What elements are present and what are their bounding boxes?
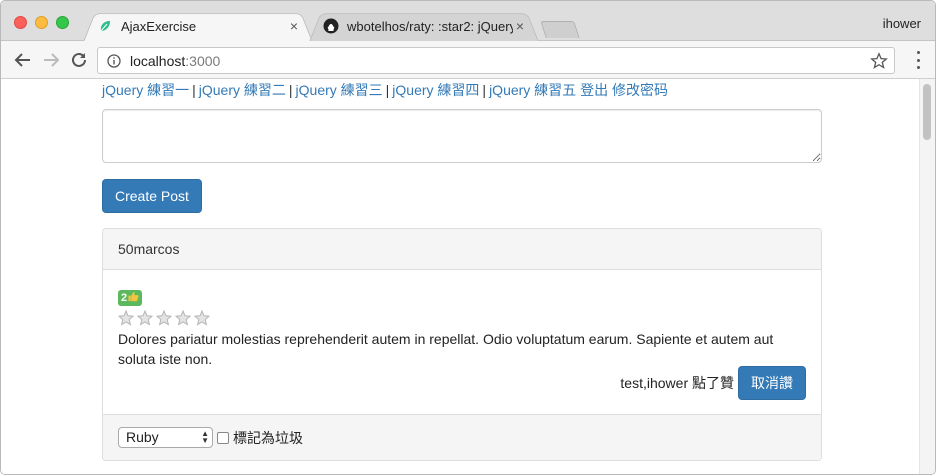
post-panel: 50marcos 2 Dolores pariatur molestias re…: [102, 228, 822, 461]
page-scrollbar[interactable]: [919, 79, 935, 474]
minimize-window-button[interactable]: [35, 16, 48, 29]
post-content-textarea[interactable]: [102, 109, 822, 163]
like-count-badge[interactable]: 2: [118, 290, 143, 306]
post-footer: Ruby ▲ ▼ 標記為垃圾: [103, 414, 821, 460]
mark-spam-checkbox[interactable]: [217, 431, 229, 444]
post-author: 50marcos: [103, 229, 821, 270]
nav-link-exercise-5[interactable]: jQuery 練習五: [489, 82, 576, 98]
content-container: jQuery 練習一 | jQuery 練習二 | jQuery 練習三 | jQuery …: [102, 79, 822, 461]
thumbs-up-icon: [128, 291, 139, 305]
star-icon[interactable]: [175, 310, 191, 326]
profile-name[interactable]: ihower: [883, 16, 921, 31]
star-icon[interactable]: [137, 310, 153, 326]
post-body: 2 Dolores pariatur molestias reprehender…: [103, 270, 821, 414]
new-tab-button[interactable]: [540, 21, 580, 38]
mark-spam-checkbox-label[interactable]: 標記為垃圾: [217, 428, 303, 448]
scrollbar-thumb[interactable]: [923, 84, 931, 140]
nav-separator: |: [385, 82, 390, 98]
nav-links: jQuery 練習一 | jQuery 練習二 | jQuery 練習三 | jQuery …: [102, 80, 822, 100]
create-post-button[interactable]: Create Post: [102, 179, 202, 213]
browser-menu-icon[interactable]: [915, 51, 921, 69]
liked-by-text: test,ihower 點了贊: [620, 375, 734, 391]
tab-github-raty[interactable]: wbotelhos/raty: :star2: jQuery ×: [309, 10, 539, 42]
nav-link-exercise-3[interactable]: jQuery 練習三: [296, 82, 383, 98]
back-arrow-icon[interactable]: [13, 50, 33, 70]
nav-link-exercise-1[interactable]: jQuery 練習一: [102, 82, 189, 98]
nav-link-exercise-4[interactable]: jQuery 練習四: [392, 82, 479, 98]
category-selected-value: Ruby: [126, 429, 159, 445]
change-password-link[interactable]: 修改密码: [612, 82, 668, 98]
star-icon[interactable]: [118, 310, 134, 326]
leaf-icon: [97, 18, 113, 34]
star-rating[interactable]: [118, 310, 806, 326]
close-window-button[interactable]: [14, 16, 27, 29]
nav-separator: |: [482, 82, 487, 98]
star-icon[interactable]: [194, 310, 210, 326]
maximize-window-button[interactable]: [56, 16, 69, 29]
browser-window: AjaxExercise × wbotelhos/raty: :star2: j…: [0, 0, 936, 475]
url-port: :3000: [185, 52, 221, 69]
category-select[interactable]: Ruby ▲ ▼: [118, 427, 213, 448]
browser-toolbar: localhost:3000: [1, 41, 935, 79]
like-count: 2: [121, 292, 128, 304]
github-icon: [323, 18, 339, 34]
info-icon[interactable]: [106, 53, 122, 69]
nav-link-exercise-2[interactable]: jQuery 練習二: [199, 82, 286, 98]
star-icon[interactable]: [156, 310, 172, 326]
logout-link[interactable]: 登出: [580, 82, 608, 98]
tab-title: AjaxExercise: [121, 18, 197, 34]
reload-icon[interactable]: [69, 50, 89, 70]
tab-title: wbotelhos/raty: :star2: jQuery: [347, 18, 513, 34]
tab-ajaxexercise[interactable]: AjaxExercise ×: [83, 10, 313, 42]
url-host: localhost: [130, 52, 186, 69]
nav-separator: |: [192, 82, 196, 98]
tab-close-icon[interactable]: ×: [513, 18, 527, 34]
page-viewport: jQuery 練習一 | jQuery 練習二 | jQuery 練習三 | jQuery …: [1, 79, 919, 474]
mark-spam-label: 標記為垃圾: [233, 429, 303, 446]
nav-separator: |: [288, 82, 293, 98]
tab-strip: AjaxExercise × wbotelhos/raty: :star2: j…: [1, 1, 935, 42]
post-content: Dolores pariatur molestias reprehenderit…: [118, 331, 774, 367]
bookmark-star-icon[interactable]: [870, 52, 888, 70]
tab-close-icon[interactable]: ×: [287, 18, 301, 34]
address-bar[interactable]: localhost:3000: [97, 47, 895, 74]
unlike-button[interactable]: 取消讚: [738, 366, 806, 400]
select-arrows-icon: ▲ ▼: [201, 429, 209, 445]
forward-arrow-icon[interactable]: [41, 50, 61, 70]
